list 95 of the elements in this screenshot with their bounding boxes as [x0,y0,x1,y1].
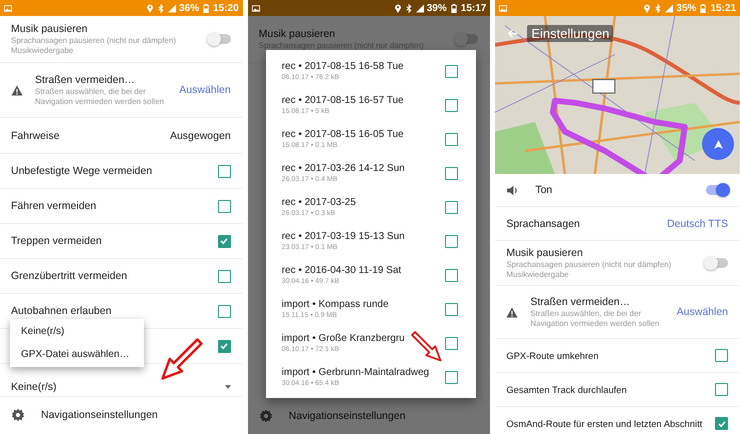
file-name[interactable]: rec • 2017-08-15 16-58 Tue [282,61,445,72]
toggle-switch[interactable] [706,258,728,268]
checkbox[interactable] [715,383,728,396]
route-dropdown[interactable]: Keine(r/s) [11,381,231,396]
setting-label: Sprachansagen [506,218,581,230]
settings-icon [258,409,273,423]
battery-percentage: 35% [676,2,696,14]
battery-icon [699,4,708,12]
select-button[interactable]: Auswählen [676,306,728,318]
setting-label: Fähren vermeiden [11,200,98,212]
checkbox[interactable] [218,304,231,318]
setting-title: Straßen vermeiden… [35,74,136,86]
screen-title: Einstellungen [527,25,614,42]
navigation-arrow-icon [712,138,724,150]
location-pin-icon [394,4,402,12]
image-icon [4,4,12,12]
checkbox[interactable] [218,340,231,352]
warning-icon [506,306,518,318]
location-pin-icon [643,4,652,12]
settings-icon [11,408,25,422]
toggle-switch[interactable] [706,185,728,195]
checkbox[interactable] [218,164,231,178]
checkmark-icon [219,341,230,351]
checkbox[interactable] [715,349,728,362]
checkbox[interactable] [444,98,458,112]
checkbox[interactable] [444,268,458,282]
checkmark-icon [716,418,727,428]
setting-label: Treppen vermeiden [11,235,103,247]
bluetooth-icon [654,4,662,12]
setting-title: Musik pausieren [506,246,584,258]
battery-percentage: 39% [426,2,447,14]
select-button[interactable]: Auswählen [179,84,231,96]
setting-description: Straßen auswählen, die bei der Navigation vermieden werden sollen [530,308,660,328]
file-name[interactable]: rec • 2016-04-30 11-19 Sat [282,265,445,276]
checkbox[interactable] [444,64,458,78]
warning-icon [11,84,23,96]
checkbox[interactable] [715,417,728,430]
checkbox[interactable] [444,234,458,248]
clock-time: 15:21 [710,2,736,14]
setting-label: Fahrweise [11,130,60,142]
signal-icon [416,4,424,12]
battery-icon [450,4,458,12]
setting-description: Sprachansagen pausieren (nicht nur dämpfen) Musikwiedergabe [11,36,177,56]
file-name[interactable]: import • Gerbrunn-Maintalradweg [282,367,445,378]
menu-item[interactable]: GPX-Datei auswählen… [10,343,144,366]
checkbox[interactable] [444,302,458,316]
toggle-switch[interactable] [456,34,478,44]
checkbox[interactable] [444,370,458,384]
file-name[interactable]: import • Kompass runde [282,299,445,310]
file-name[interactable]: rec • 2017-03-25 [282,197,445,208]
file-name[interactable]: rec • 2017-08-15 16-57 Tue [282,95,445,106]
setting-label: Ton [535,184,554,196]
file-name[interactable]: rec • 2017-03-26 14-12 Sun [282,163,445,174]
checkbox[interactable] [218,234,231,248]
checkbox[interactable] [444,336,458,350]
toggle-switch[interactable] [208,34,231,44]
setting-label: OsmAnd-Route für ersten und letzten Abschnitt [506,418,704,429]
setting-description: Sprachansagen pausieren (nicht nur dämpfen) Musikwiedergabe [506,260,672,280]
setting-value[interactable]: Ausgewogen [170,130,231,142]
bluetooth-icon [157,4,166,12]
clock-time: 15:20 [213,2,239,14]
checkmark-icon [219,236,230,246]
checkbox[interactable] [218,270,231,282]
checkbox[interactable] [444,166,458,180]
clock-time: 15:17 [460,2,486,14]
setting-title: Musik pausieren [11,22,88,34]
setting-label: Unbefestigte Wege vermeiden [11,165,154,177]
checkbox[interactable] [444,200,458,214]
setting-label: Gesamten Track durchlaufen [506,384,628,395]
battery-percentage: 36% [179,2,200,14]
setting-label: Grenzübertritt vermeiden [11,270,128,282]
setting-title: Musik pausieren [258,28,336,40]
bluetooth-icon [404,4,413,12]
file-name[interactable]: rec • 2017-08-15 16-05 Tue [282,129,445,140]
speaker-icon [506,184,520,196]
file-name[interactable]: rec • 2017-03-19 15-13 Sun [282,231,445,242]
setting-label: Autobahnen erlauben [11,305,112,317]
setting-description: Straßen auswählen, die bei der Navigation vermieden werden sollen [35,86,165,106]
back-arrow-icon[interactable] [507,28,518,39]
image-icon [252,4,260,12]
file-name[interactable]: import • Große Kranzbergru [282,333,445,344]
signal-icon [665,4,674,12]
battery-icon [202,4,210,12]
signal-icon [168,4,176,12]
menu-item[interactable]: Keine(r/s) [10,320,144,343]
setting-label[interactable]: Navigationseinstellungen [41,409,231,421]
location-pin-icon [146,4,154,12]
image-icon [499,4,508,12]
setting-label: GPX-Route umkehren [506,350,600,361]
caret-icon [224,385,231,389]
setting-value[interactable]: Deutsch TTS [666,218,728,230]
checkbox[interactable] [444,132,458,146]
checkbox[interactable] [218,200,231,212]
setting-title: Straßen vermeiden… [530,296,632,308]
setting-label[interactable]: Navigationseinstellungen [288,410,478,422]
